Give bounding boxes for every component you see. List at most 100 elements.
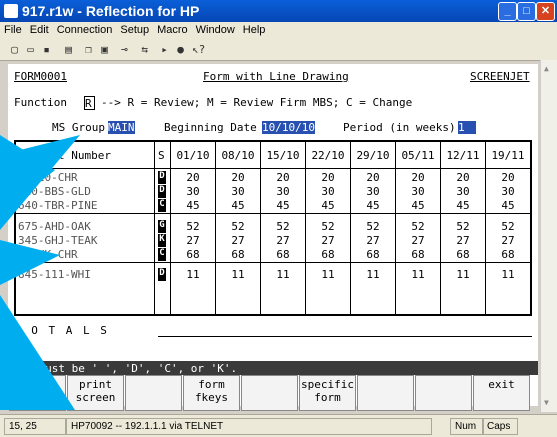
function-key-5[interactable] [241, 375, 298, 411]
table-cell[interactable]: 52 [444, 220, 482, 233]
function-key-9[interactable]: exit [473, 375, 530, 411]
menu-help[interactable]: Help [239, 22, 270, 36]
table-cell[interactable]: 20 [354, 171, 392, 184]
close-button[interactable]: ✕ [536, 2, 555, 21]
table-cell[interactable]: 30 [444, 185, 482, 198]
help-pointer-icon[interactable]: ↖? [192, 43, 205, 56]
table-cell[interactable]: 20 [444, 171, 482, 184]
table-cell[interactable]: 11 [174, 268, 212, 281]
table-cell[interactable]: 45 [489, 199, 527, 212]
table-cell[interactable]: 20 [264, 171, 302, 184]
menu-window[interactable]: Window [192, 22, 239, 36]
col-sep-5 [350, 140, 351, 316]
table-cell[interactable]: 30 [174, 185, 212, 198]
table-cell[interactable]: 11 [264, 268, 302, 281]
table-cell[interactable]: 45 [309, 199, 347, 212]
row-code-field[interactable]: D [158, 185, 166, 198]
maximize-button[interactable]: □ [517, 2, 536, 21]
menu-file[interactable]: File [0, 22, 26, 36]
scroll-up-icon[interactable]: ▲ [544, 64, 549, 73]
row-code-field[interactable]: G [158, 220, 166, 233]
table-cell[interactable]: 68 [309, 248, 347, 261]
table-cell[interactable]: 52 [219, 220, 257, 233]
table-cell[interactable]: 45 [444, 199, 482, 212]
table-cell[interactable]: 30 [264, 185, 302, 198]
ms-group-input[interactable]: MAIN [108, 121, 135, 134]
table-cell[interactable]: 27 [219, 234, 257, 247]
table-cell[interactable]: 30 [219, 185, 257, 198]
table-cell[interactable]: 11 [219, 268, 257, 281]
table-cell[interactable]: 30 [309, 185, 347, 198]
minimize-button[interactable]: _ [498, 2, 517, 21]
table-cell[interactable]: 20 [174, 171, 212, 184]
table-cell[interactable]: 45 [174, 199, 212, 212]
vertical-scrollbar[interactable]: ▲ ▼ [540, 60, 557, 412]
table-cell[interactable]: 45 [219, 199, 257, 212]
function-key-3[interactable] [125, 375, 182, 411]
table-cell[interactable]: 27 [264, 234, 302, 247]
open-icon[interactable]: ▭ [24, 43, 37, 56]
period-input[interactable]: 1 [458, 121, 476, 134]
table-cell[interactable]: 52 [354, 220, 392, 233]
connect-icon[interactable]: ⊸ [118, 43, 131, 56]
new-icon[interactable]: ▢ [8, 43, 21, 56]
begin-date-input[interactable]: 10/10/10 [262, 121, 315, 134]
table-cell[interactable]: 11 [444, 268, 482, 281]
table-cell[interactable]: 11 [399, 268, 437, 281]
table-cell[interactable]: 45 [399, 199, 437, 212]
table-cell[interactable]: 52 [309, 220, 347, 233]
table-cell[interactable]: 52 [399, 220, 437, 233]
table-cell[interactable]: 68 [264, 248, 302, 261]
table-cell[interactable]: 68 [219, 248, 257, 261]
table-cell[interactable]: 52 [174, 220, 212, 233]
table-cell[interactable]: 20 [489, 171, 527, 184]
table-cell[interactable]: 68 [354, 248, 392, 261]
table-cell[interactable]: 52 [489, 220, 527, 233]
table-cell[interactable]: 68 [489, 248, 527, 261]
table-cell[interactable]: 68 [399, 248, 437, 261]
table-cell[interactable]: 11 [489, 268, 527, 281]
transfer-icon[interactable]: ⇆ [138, 43, 151, 56]
table-cell[interactable]: 11 [354, 268, 392, 281]
row-code-field[interactable]: D [158, 268, 166, 281]
function-input[interactable]: R [84, 96, 95, 110]
paste-icon[interactable]: ▣ [98, 43, 111, 56]
menu-macro[interactable]: Macro [153, 22, 192, 36]
function-key-6[interactable]: specific form [299, 375, 356, 411]
scroll-down-icon[interactable]: ▼ [544, 398, 549, 407]
table-cell[interactable]: 45 [354, 199, 392, 212]
table-cell[interactable]: 27 [309, 234, 347, 247]
menu-edit[interactable]: Edit [26, 22, 53, 36]
table-cell[interactable]: 45 [264, 199, 302, 212]
function-key-8[interactable] [415, 375, 472, 411]
table-cell[interactable]: 30 [354, 185, 392, 198]
save-icon[interactable]: ▪ [40, 43, 53, 56]
record-icon[interactable]: ● [174, 43, 187, 56]
menu-setup[interactable]: Setup [116, 22, 153, 36]
row-code-field[interactable]: C [158, 199, 166, 212]
menu-connection[interactable]: Connection [53, 22, 117, 36]
play-icon[interactable]: ▸ [158, 43, 171, 56]
table-cell[interactable]: 27 [399, 234, 437, 247]
table-cell[interactable]: 30 [399, 185, 437, 198]
table-cell[interactable]: 20 [309, 171, 347, 184]
function-key-4[interactable]: form fkeys [183, 375, 240, 411]
table-cell[interactable]: 68 [444, 248, 482, 261]
table-cell[interactable]: 68 [174, 248, 212, 261]
table-cell[interactable]: 27 [174, 234, 212, 247]
row-code-field[interactable]: C [158, 248, 166, 261]
copy-icon[interactable]: ❐ [82, 43, 95, 56]
row-code-field[interactable]: K [158, 234, 166, 247]
print-icon[interactable]: ▤ [62, 43, 75, 56]
function-key-7[interactable] [357, 375, 414, 411]
row-code-field[interactable]: D [158, 171, 166, 184]
table-cell[interactable]: 27 [489, 234, 527, 247]
table-cell[interactable]: 30 [489, 185, 527, 198]
table-cell[interactable]: 20 [219, 171, 257, 184]
table-cell[interactable]: 27 [444, 234, 482, 247]
table-cell[interactable]: 11 [309, 268, 347, 281]
table-cell[interactable]: 27 [354, 234, 392, 247]
col-sep-4 [305, 140, 306, 316]
table-cell[interactable]: 20 [399, 171, 437, 184]
table-cell[interactable]: 52 [264, 220, 302, 233]
